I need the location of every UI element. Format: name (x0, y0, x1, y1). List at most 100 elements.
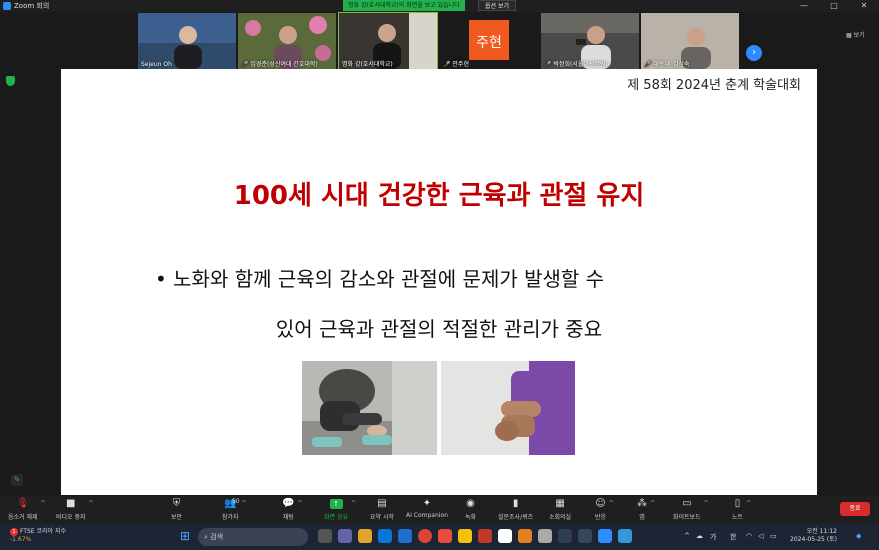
participant-name: 🎤̸ 대동대_김삼숙 (644, 61, 690, 68)
participant-name: Sejeun Oh (141, 61, 172, 68)
sparkle-icon: ✦ (422, 498, 432, 509)
breakout-rooms-button[interactable]: ▦ 소회의실 (549, 498, 571, 521)
participant-tile[interactable]: 🎤̸ 대동대_김삼숙 (641, 13, 739, 69)
participant-initials: 주현 (476, 35, 502, 51)
app-icon-8[interactable] (578, 529, 592, 543)
chevron-up-icon[interactable]: ^ (650, 500, 655, 507)
shield-icon: ⛨ (172, 498, 181, 509)
app-icon-1[interactable] (438, 529, 452, 543)
wrist-pain-photo (441, 361, 575, 455)
app-icon-9[interactable] (618, 529, 632, 543)
tray-overflow-icon[interactable]: ^ (684, 532, 690, 540)
outlook-icon[interactable] (378, 529, 392, 543)
chevron-up-icon[interactable]: ^ (242, 500, 247, 507)
minimize-button[interactable]: — (789, 0, 819, 12)
wifi-icon[interactable]: ◠ (746, 532, 752, 540)
unmute-button[interactable]: 🎙 음소거 해제 ^ (8, 498, 46, 521)
start-windows-icon[interactable]: ⊞ (180, 529, 194, 543)
chevron-right-icon: › (752, 47, 756, 58)
chevron-up-icon[interactable]: ^ (746, 500, 751, 507)
copilot-icon[interactable]: ◆ (856, 532, 861, 540)
polls-button[interactable]: ▮ 설문조사/퀴즈 (498, 498, 533, 521)
next-page-button[interactable]: › (746, 45, 762, 61)
app-icon-4[interactable] (498, 529, 512, 543)
participant-name: 🎤̸ 임경춘(성신여대 간호대학) (241, 61, 318, 68)
app-icon-2[interactable] (458, 529, 472, 543)
reactions-button[interactable]: ☺ 반응 ^ (595, 498, 614, 521)
app-icon-5[interactable] (518, 529, 532, 543)
annotate-pencil-icon[interactable]: ✎ (11, 474, 23, 486)
chat-button[interactable]: 💬 채팅 ^ (282, 498, 302, 521)
participants-button[interactable]: 👥 50 참가자 ^ (222, 498, 247, 521)
document-icon: ▤ (377, 498, 387, 509)
muted-mic-icon: 🎤̸ (443, 61, 451, 68)
knee-pain-photo (302, 361, 437, 455)
taskbar-search-input[interactable]: ⌕ 검색 (198, 528, 308, 546)
battery-icon[interactable]: ▭ (770, 532, 777, 540)
summary-button[interactable]: ▤ 요약 시작 (370, 498, 394, 521)
participant-tile[interactable]: Sejeun Oh (138, 13, 236, 69)
grid-icon: ▦ (846, 32, 852, 39)
windows-taskbar: 1 FTSE 코리아 지수 -1.67% ⊞ ⌕ 검색 ^ ☁ 가 한 ◠ ◁ ▭… (0, 524, 879, 550)
chevron-up-icon[interactable]: ^ (704, 500, 709, 507)
ime-hangul[interactable]: 가 (710, 532, 716, 542)
slide-bullet-line1: • 노화와 함께 근육의 감소와 관절에 문제가 발생할 수 (155, 267, 605, 291)
participant-tile[interactable]: 🎤̸ 임경춘(성신여대 간호대학) (238, 13, 336, 69)
participants-count: 50 (231, 498, 240, 505)
slide-title: 100세 시대 건강한 근육과 관절 유지 (233, 181, 645, 211)
shared-screen: 제 58회 2024년 춘계 학술대회 100세 시대 건강한 근육과 관절 유… (61, 69, 817, 495)
slide-bullet-line2: 있어 근육과 관절의 적절한 관리가 중요 (275, 317, 603, 341)
edge-icon[interactable] (398, 529, 412, 543)
gallery-view-button[interactable]: ▦ 보기 (846, 30, 865, 39)
chevron-up-icon[interactable]: ^ (297, 500, 302, 507)
chevron-up-icon[interactable]: ^ (40, 500, 45, 507)
ai-companion-button[interactable]: ✦ AI Companion (406, 498, 448, 519)
stock-name: FTSE 코리아 지수 (20, 528, 67, 535)
notes-icon: ▯ (734, 498, 741, 509)
close-button[interactable]: ✕ (849, 0, 879, 12)
participant-strip: Sejeun Oh 🎤̸ 임경춘(성신여대 간호대학) 명화 강(호서대학교) … (0, 12, 879, 70)
encryption-shield-icon[interactable] (6, 76, 15, 86)
share-screen-button[interactable]: ↑ 화면 공유 ^ (324, 498, 356, 521)
zoom-taskbar-icon[interactable] (598, 529, 612, 543)
chevron-up-icon[interactable]: ^ (88, 500, 93, 507)
apps-button[interactable]: ⁂ 앱 ^ (637, 498, 655, 521)
participant-name: 🎤̸ 안주현 (443, 61, 469, 68)
stock-widget[interactable]: 1 FTSE 코리아 지수 -1.67% (10, 528, 66, 544)
whiteboard-icon: ▭ (682, 498, 692, 509)
app-icon-3[interactable] (478, 529, 492, 543)
muted-mic-icon: 🎤̸ (544, 61, 552, 68)
bar-chart-icon: ▮ (512, 498, 519, 509)
app-icon-7[interactable] (558, 529, 572, 543)
share-banner: 명화 강(호서대학교)의 화면을 보고 있습니다 (343, 0, 465, 11)
grid-icon: ▦ (555, 498, 565, 509)
volume-icon[interactable]: ◁ (758, 532, 763, 540)
maximize-button[interactable]: □ (819, 0, 849, 12)
file-explorer-icon[interactable] (358, 529, 372, 543)
view-options-button[interactable]: 옵션 보기 (478, 0, 516, 11)
chrome-icon[interactable] (418, 529, 432, 543)
share-arrow-icon: ↑ (329, 499, 343, 509)
chevron-up-icon[interactable]: ^ (351, 500, 356, 507)
ime-korean[interactable]: 한 (730, 532, 736, 542)
zoom-logo-icon (3, 2, 11, 10)
participant-name: 명화 강(호서대학교) (342, 61, 393, 68)
whiteboard-button[interactable]: ▭ 화이트보드 ^ (673, 498, 709, 521)
stop-video-button[interactable]: ■ 비디오 중지 ^ (56, 498, 94, 521)
task-view-icon[interactable] (318, 529, 332, 543)
participant-tile[interactable]: 주현 🎤̸ 안주현 (440, 13, 538, 69)
cloud-icon[interactable]: ☁ (696, 532, 703, 540)
participant-tile[interactable]: 명화 강(호서대학교) (338, 12, 438, 70)
security-button[interactable]: ⛨ 보안 (171, 498, 182, 521)
participant-tile[interactable]: 🎤̸ 박정희(서울아산병원) (541, 13, 639, 69)
participant-name: 🎤̸ 박정희(서울아산병원) (544, 61, 608, 68)
app-icon-6[interactable] (538, 529, 552, 543)
teams-icon[interactable] (338, 529, 352, 543)
apps-icon: ⁂ (637, 498, 647, 509)
notes-button[interactable]: ▯ 노트 ^ (732, 498, 751, 521)
system-clock[interactable]: 오전 11:12 2024-05-25 (토) (790, 528, 837, 544)
record-button[interactable]: ◉ 녹화 (465, 498, 476, 521)
meeting-toolbar: 🎙 음소거 해제 ^ ■ 비디오 중지 ^ ⛨ 보안 👥 50 참가자 ^ 💬 채팅 ^ ↑ 화면 공… (0, 496, 879, 524)
chevron-up-icon[interactable]: ^ (609, 500, 614, 507)
end-meeting-button[interactable]: 종료 (840, 502, 870, 516)
